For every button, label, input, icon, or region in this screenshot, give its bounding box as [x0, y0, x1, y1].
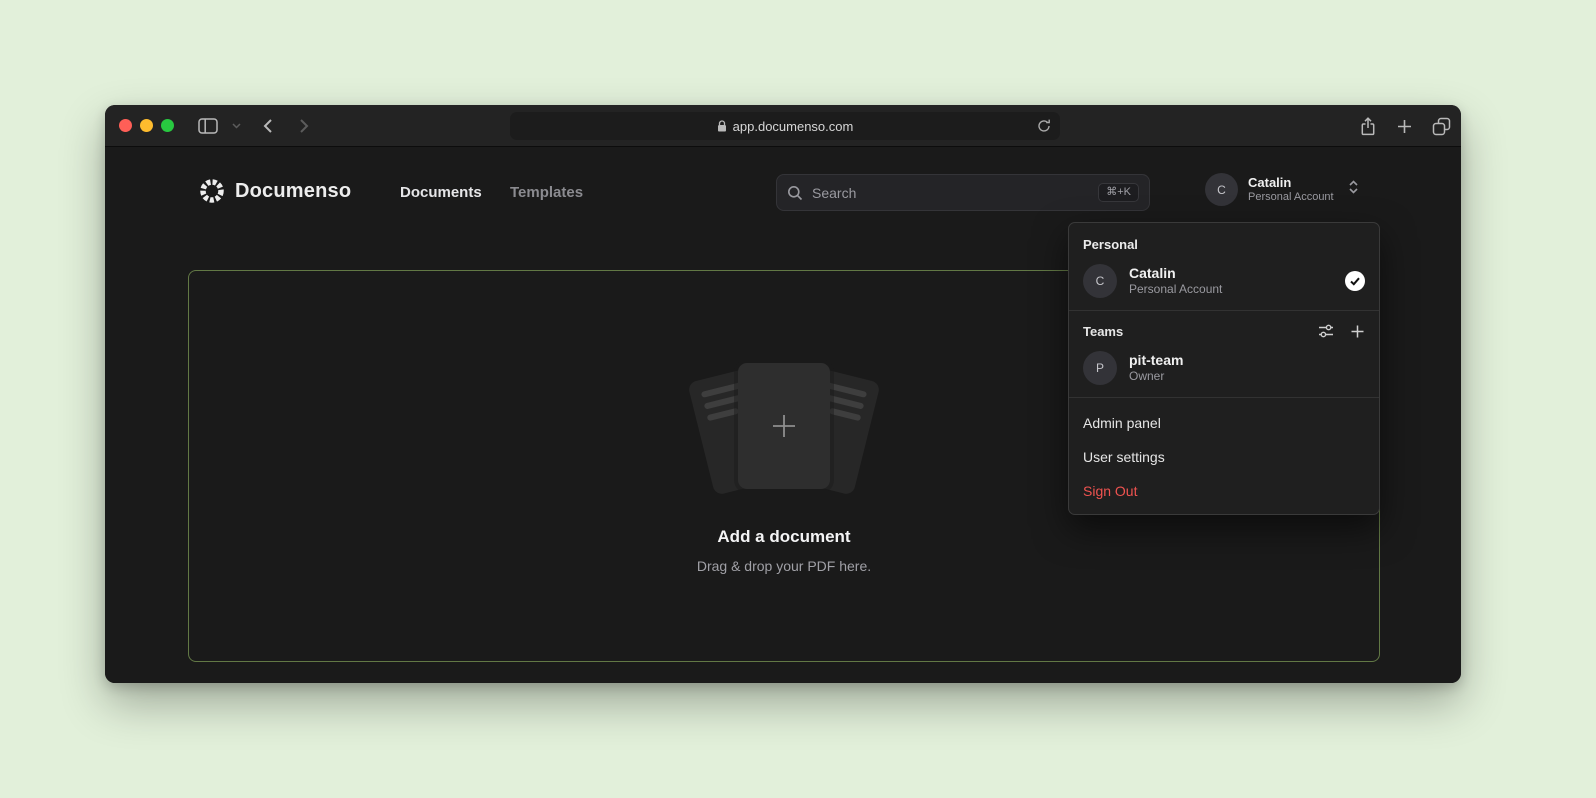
add-team-plus-icon[interactable]: [1350, 324, 1365, 339]
team-settings-icon[interactable]: [1318, 323, 1334, 339]
back-button-icon[interactable]: [257, 105, 279, 147]
forward-button-icon[interactable]: [293, 105, 315, 147]
illustration-card-center: [738, 363, 830, 489]
selected-check-icon: [1345, 271, 1365, 291]
account-dropdown-menu: Personal C Catalin Personal Account Team…: [1068, 222, 1380, 515]
browser-toolbar: app.documenso.com: [105, 105, 1461, 147]
reload-icon[interactable]: [1037, 118, 1051, 136]
menu-divider: [1069, 397, 1379, 398]
url-text: app.documenso.com: [733, 119, 854, 134]
avatar: C: [1083, 264, 1117, 298]
team-item[interactable]: P pit-team Owner: [1069, 347, 1379, 395]
personal-item-name: Catalin: [1129, 265, 1333, 282]
window-zoom-button[interactable]: [161, 119, 174, 132]
document-stack-illustration: [674, 359, 894, 499]
menu-divider: [1069, 310, 1379, 311]
avatar: C: [1205, 173, 1238, 206]
share-icon[interactable]: [1356, 105, 1380, 147]
chevron-up-down-icon: [1348, 179, 1359, 200]
brand-name: Documenso: [235, 180, 351, 203]
team-role: Owner: [1129, 369, 1365, 384]
team-avatar: P: [1083, 351, 1117, 385]
page-content: Documenso Documents Templates Search ⌘+K…: [105, 147, 1461, 683]
search-placeholder: Search: [812, 185, 1089, 201]
personal-section-label: Personal: [1069, 233, 1379, 260]
menu-item-admin-panel[interactable]: Admin panel: [1069, 406, 1379, 440]
sidebar-toggle-icon[interactable]: [195, 105, 221, 147]
address-bar[interactable]: app.documenso.com: [510, 112, 1060, 140]
documenso-seal-icon: [199, 178, 225, 204]
nav-templates[interactable]: Templates: [510, 184, 583, 201]
browser-window: app.documenso.com: [105, 105, 1461, 683]
personal-account-item[interactable]: C Catalin Personal Account: [1069, 260, 1379, 308]
teams-section-label: Teams: [1083, 324, 1302, 339]
new-tab-plus-icon[interactable]: [1392, 105, 1416, 147]
sidebar-chevron-down-icon[interactable]: [229, 105, 243, 147]
search-input[interactable]: Search ⌘+K: [776, 174, 1150, 211]
menu-item-user-settings[interactable]: User settings: [1069, 440, 1379, 474]
lock-icon: [717, 120, 727, 133]
plus-icon: [769, 411, 799, 441]
search-icon: [787, 185, 803, 201]
window-minimize-button[interactable]: [140, 119, 153, 132]
team-name: pit-team: [1129, 352, 1365, 369]
teams-section-header: Teams: [1069, 319, 1379, 347]
search-shortcut-badge: ⌘+K: [1098, 183, 1139, 202]
personal-item-type: Personal Account: [1129, 282, 1333, 297]
nav-documents[interactable]: Documents: [400, 184, 482, 201]
dropzone-subtitle: Drag & drop your PDF here.: [697, 558, 871, 574]
account-menu-trigger[interactable]: C Catalin Personal Account: [1205, 173, 1359, 206]
account-name: Catalin: [1248, 175, 1334, 191]
window-close-button[interactable]: [119, 119, 132, 132]
account-type: Personal Account: [1248, 191, 1334, 204]
brand-logo[interactable]: Documenso: [199, 178, 351, 204]
menu-item-sign-out[interactable]: Sign Out: [1069, 474, 1379, 508]
tab-overview-icon[interactable]: [1428, 105, 1454, 147]
dropzone-title: Add a document: [717, 527, 850, 547]
